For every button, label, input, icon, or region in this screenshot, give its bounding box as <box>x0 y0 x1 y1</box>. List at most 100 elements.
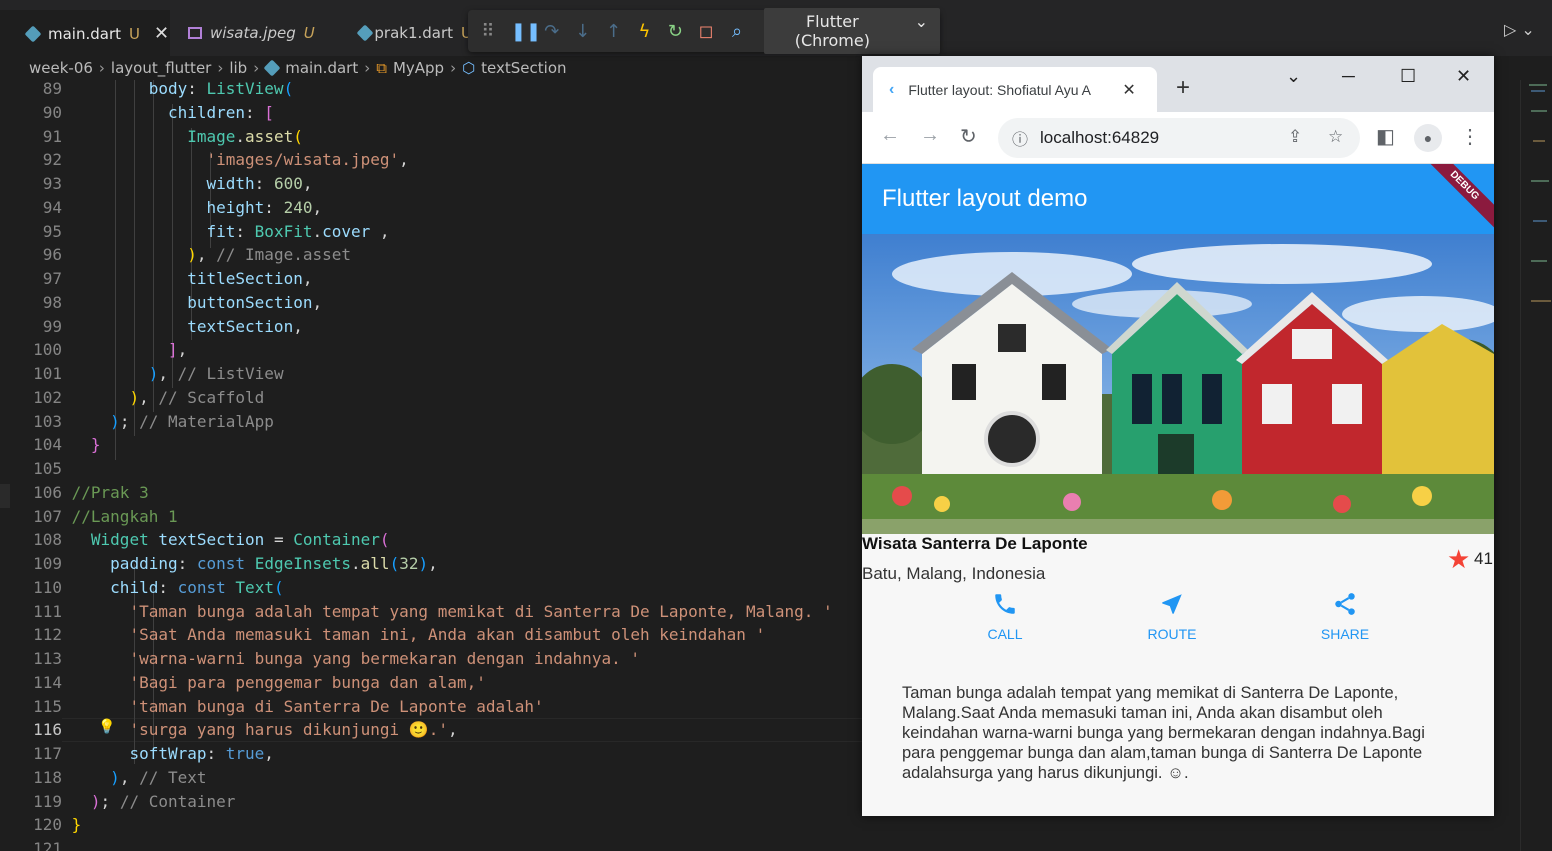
line-number: 103 <box>33 411 62 431</box>
breadcrumb-item[interactable]: MyApp <box>393 59 444 77</box>
address-bar[interactable]: ⓘ localhost:64829 ⇪ ☆ <box>998 118 1360 158</box>
code-line[interactable]: 90 children: [ <box>0 101 862 125</box>
code-line[interactable]: 101 ), // ListView <box>0 362 862 386</box>
code-line[interactable]: 100 ], <box>0 338 862 362</box>
drag-handle-icon[interactable]: ⠿ <box>480 21 496 42</box>
reload-icon[interactable]: ↻ <box>960 124 977 149</box>
code-line[interactable]: 103 ); // MaterialApp <box>0 410 862 434</box>
code-line[interactable]: 116 'surga yang harus dikunjungi 🙂.', <box>0 718 862 742</box>
close-window-button[interactable]: ✕ <box>1456 66 1471 87</box>
device-selector[interactable]: Flutter (Chrome) ⌄ <box>764 8 941 54</box>
code-line[interactable]: 118 ), // Text <box>0 766 862 790</box>
route-button[interactable]: ROUTE <box>1112 586 1232 642</box>
code-text: textSection, <box>71 316 303 336</box>
stop-icon[interactable]: ◻ <box>698 21 714 42</box>
debug-banner: DEBUG <box>1415 164 1494 234</box>
code-line[interactable]: 110 child: const Text( <box>0 576 862 600</box>
step-over-icon[interactable]: ↷ <box>544 21 560 42</box>
step-out-icon[interactable]: ↑ <box>606 21 622 42</box>
share-button[interactable]: SHARE <box>1285 586 1405 642</box>
browser-tab[interactable]: ‹ Flutter layout: Shofiatul Ayu A ✕ <box>873 67 1157 112</box>
code-line[interactable]: 120 } <box>0 813 862 837</box>
breadcrumb-item[interactable]: main.dart <box>285 59 358 77</box>
code-line[interactable]: 108 Widget textSection = Container( <box>0 528 862 552</box>
line-number: 91 <box>42 126 62 146</box>
line-number: 99 <box>42 316 62 336</box>
tab-search-icon[interactable]: ⌄ <box>1286 66 1301 87</box>
code-line[interactable]: 121 <box>0 837 862 851</box>
code-text: ], <box>167 340 188 360</box>
code-line[interactable]: 99 textSection, <box>0 315 862 339</box>
side-panel-icon[interactable]: ◧ <box>1376 124 1395 149</box>
code-line[interactable]: 94 height: 240, <box>0 196 862 220</box>
close-tab-icon[interactable]: ✕ <box>1122 80 1135 100</box>
line-number: 106 <box>33 482 62 502</box>
code-text: children: [ <box>71 102 274 122</box>
minimize-button[interactable]: ─ <box>1342 66 1355 87</box>
maximize-button[interactable]: ☐ <box>1400 66 1416 87</box>
code-line[interactable]: 111 'Taman bunga adalah tempat yang memi… <box>0 600 862 624</box>
code-line[interactable]: 114 'Bagi para penggemar bunga dan alam,… <box>0 671 862 695</box>
tab-label: main.dart <box>48 24 122 43</box>
code-text: titleSection, <box>71 269 313 288</box>
code-line[interactable]: 89 body: ListView( <box>0 80 862 101</box>
tab-prak1-dart[interactable]: prak1.dart U <box>332 10 472 56</box>
hot-reload-icon[interactable]: ϟ <box>637 21 653 42</box>
editor-tab-bar: main.dart U ✕ wisata.jpeg U prak1.dart U… <box>0 0 1552 56</box>
line-number: 94 <box>42 197 62 217</box>
code-line[interactable]: 112 'Saat Anda memasuki taman ini, Anda … <box>0 623 862 647</box>
tab-main-dart[interactable]: main.dart U ✕ <box>0 10 170 56</box>
device-label: Flutter (Chrome) <box>794 12 870 50</box>
code-editor[interactable]: 89 body: ListView(90 children: [91 Image… <box>0 80 862 851</box>
lightbulb-icon[interactable]: 💡 <box>98 719 115 735</box>
code-line[interactable]: 119 ); // Container <box>0 790 862 814</box>
code-line[interactable]: 91 Image.asset( <box>0 125 862 149</box>
profile-avatar-icon[interactable]: ● <box>1414 124 1442 152</box>
code-line[interactable]: 107 //Langkah 1 <box>0 505 862 529</box>
screen: main.dart U ✕ wisata.jpeg U prak1.dart U… <box>0 0 1552 851</box>
code-line[interactable]: 106 //Prak 3 <box>0 481 862 505</box>
minimap[interactable] <box>1520 80 1552 851</box>
code-text: fit: BoxFit.cover , <box>71 221 390 241</box>
tab-wisata-jpeg[interactable]: wisata.jpeg U <box>162 10 332 56</box>
code-line[interactable]: 92 'images/wisata.jpeg', <box>0 148 862 172</box>
restart-icon[interactable]: ↻ <box>667 21 683 42</box>
code-line[interactable]: 96 ), // Image.asset <box>0 243 862 267</box>
breadcrumb-item[interactable]: week-06 <box>29 59 93 77</box>
breadcrumb-item[interactable]: layout_flutter <box>111 59 211 77</box>
line-number: 110 <box>33 577 62 597</box>
pause-icon[interactable]: ❚❚ <box>511 21 541 42</box>
code-line[interactable]: 93 width: 600, <box>0 172 862 196</box>
code-line[interactable]: 117 softWrap: true, <box>0 742 862 766</box>
code-line[interactable]: 98 buttonSection, <box>0 291 862 315</box>
code-text: ), // Text <box>110 767 207 787</box>
bookmark-star-icon[interactable]: ☆ <box>1328 127 1343 147</box>
code-line[interactable]: 105 <box>0 457 862 481</box>
menu-kebab-icon[interactable]: ⋮ <box>1460 124 1480 149</box>
code-text: ), // ListView <box>148 364 284 383</box>
code-line[interactable]: 97 titleSection, <box>0 267 862 291</box>
share-page-icon[interactable]: ⇪ <box>1288 127 1302 147</box>
code-line[interactable]: 113 'warna-warni bunga yang bermekaran d… <box>0 647 862 671</box>
devtools-icon[interactable]: ⌕ <box>729 21 745 42</box>
code-text: ); // MaterialApp <box>110 411 274 431</box>
code-line[interactable]: 102 ), // Scaffold <box>0 386 862 410</box>
code-line[interactable]: 104 } <box>0 433 862 457</box>
code-line[interactable]: 95 fit: BoxFit.cover , <box>0 220 862 244</box>
step-into-icon[interactable]: ↓ <box>575 21 591 42</box>
forward-icon[interactable]: → <box>920 124 940 147</box>
code-text: 'Bagi para penggemar bunga dan alam,' <box>129 672 486 692</box>
back-icon[interactable]: ← <box>880 124 900 147</box>
code-line[interactable]: 115 'taman bunga di Santerra De Laponte … <box>0 695 862 719</box>
code-text: child: const Text( <box>71 577 284 597</box>
breadcrumb-item[interactable]: lib <box>229 59 247 77</box>
breadcrumb-item[interactable]: textSection <box>481 59 566 77</box>
line-number: 98 <box>42 292 62 312</box>
code-line[interactable]: 109 padding: const EdgeInsets.all(32), <box>0 552 862 576</box>
call-button[interactable]: CALL <box>945 586 1065 642</box>
run-icon[interactable]: ▷ ⌄ <box>1504 20 1535 39</box>
info-icon[interactable]: ⓘ <box>1012 126 1028 150</box>
tab-label: prak1.dart <box>374 24 454 42</box>
new-tab-button[interactable]: + <box>1176 74 1190 102</box>
